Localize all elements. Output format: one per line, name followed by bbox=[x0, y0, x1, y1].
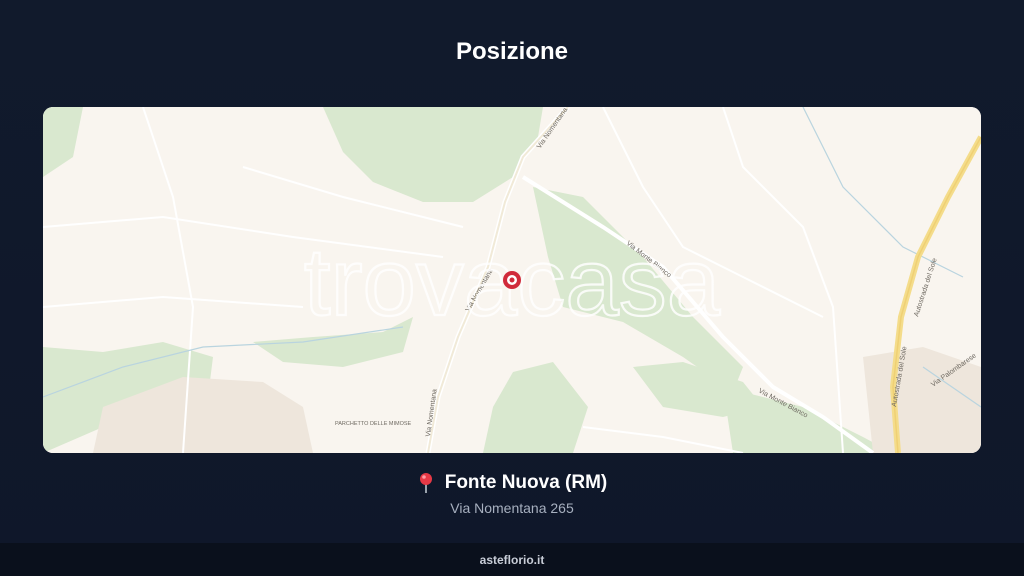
location-info: Fonte Nuova (RM) bbox=[0, 472, 1024, 494]
round-pushpin-icon bbox=[417, 472, 435, 494]
footer-site-link[interactable]: asteflorio.it bbox=[480, 553, 545, 567]
location-map[interactable]: Via Nomentana Via Nomentana Via Nomentan… bbox=[43, 107, 981, 453]
location-name: Fonte Nuova (RM) bbox=[444, 472, 608, 493]
location-address: Via Nomentana 265 bbox=[450, 500, 574, 516]
location-marker-icon[interactable] bbox=[503, 271, 521, 289]
map-canvas: Via Nomentana Via Nomentana Via Nomentan… bbox=[43, 107, 981, 453]
page-title: Posizione bbox=[455, 38, 569, 65]
label-parchetto: PARCHETTO DELLE MIMOSE bbox=[335, 421, 412, 427]
footer: asteflorio.it bbox=[0, 543, 1024, 576]
